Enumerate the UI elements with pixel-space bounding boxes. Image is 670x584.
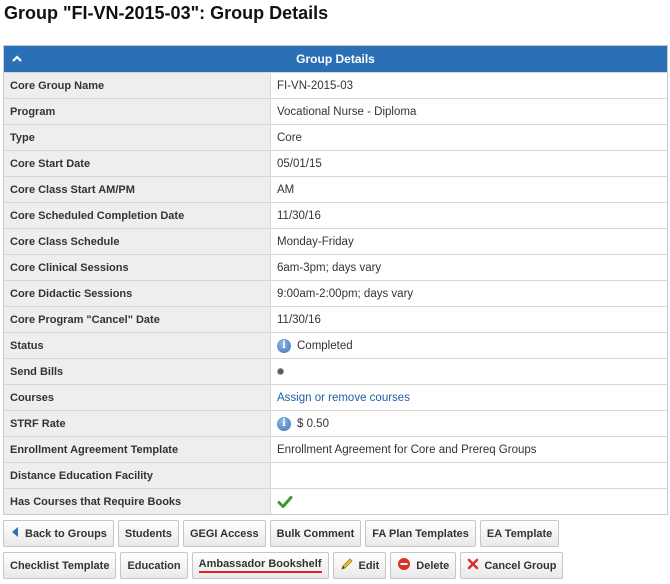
row-value: AM <box>270 176 667 203</box>
group-details-panel: Group Details Core Group Name FI-VN-2015-… <box>3 45 668 515</box>
delete-circle-icon <box>397 557 411 574</box>
info-icon[interactable]: i <box>277 338 291 353</box>
gegi-access-button[interactable]: GEGI Access <box>182 520 266 547</box>
ea-template-label: EA Template <box>486 527 553 540</box>
info-icon[interactable]: i <box>277 416 291 431</box>
ambassador-bookshelf-button[interactable]: Ambassador Bookshelf <box>191 552 329 579</box>
row-label: Courses <box>4 384 271 411</box>
row-value: Monday-Friday <box>270 228 667 255</box>
row-value: 11/30/16 <box>270 202 667 229</box>
courses-value: Assign or remove courses <box>270 384 667 411</box>
bulk-comment-button[interactable]: Bulk Comment <box>269 520 362 547</box>
row-value: Core <box>270 124 667 151</box>
requires-books-value <box>270 488 667 514</box>
table-row: Core Program "Cancel" Date 11/30/16 <box>4 306 667 333</box>
education-label: Education <box>127 559 181 572</box>
row-value: 11/30/16 <box>270 306 667 333</box>
edit-label: Edit <box>358 559 380 572</box>
cancel-group-button[interactable]: Cancel Group <box>460 552 564 579</box>
cancel-group-label: Cancel Group <box>484 559 557 572</box>
row-label: Core Class Schedule <box>4 228 271 255</box>
ea-template-button[interactable]: EA Template <box>479 520 560 547</box>
table-row: Core Start Date 05/01/15 <box>4 150 667 177</box>
details-table: Core Group Name FI-VN-2015-03 Program Voca… <box>4 72 667 514</box>
table-row: Type Core <box>4 124 667 151</box>
students-label: Students <box>124 527 172 540</box>
row-label: Status <box>4 332 271 359</box>
row-label: Has Courses that Require Books <box>4 488 271 514</box>
education-button[interactable]: Education <box>120 552 188 579</box>
table-row: Send Bills <box>4 358 667 385</box>
row-label: Core Class Start AM/PM <box>4 176 271 203</box>
bullet-dot-icon <box>277 367 284 375</box>
table-row: Status i Completed <box>4 332 667 359</box>
panel-title: Group Details <box>296 52 375 66</box>
row-value: 9:00am-2:00pm; days vary <box>270 280 667 307</box>
table-row: Core Class Start AM/PM AM <box>4 176 667 203</box>
edit-button[interactable]: Edit <box>332 552 387 579</box>
row-label: Program <box>4 98 271 125</box>
status-text: Completed <box>297 339 353 352</box>
strf-rate-text: $ 0.50 <box>297 417 329 430</box>
row-value: FI-VN-2015-03 <box>270 72 667 99</box>
table-row: Program Vocational Nurse - Diploma <box>4 98 667 125</box>
collapse-chevron-icon[interactable] <box>10 46 24 72</box>
row-value <box>270 462 667 489</box>
panel-header[interactable]: Group Details <box>4 46 667 72</box>
action-buttons-row-2: Checklist Template Education Ambassador … <box>3 552 564 579</box>
left-arrow-icon <box>10 526 20 541</box>
row-label: Core Start Date <box>4 150 271 177</box>
row-value: Enrollment Agreement for Core and Prereq… <box>270 436 667 463</box>
checklist-template-button[interactable]: Checklist Template <box>3 552 117 579</box>
bulk-comment-label: Bulk Comment <box>276 527 355 540</box>
checklist-template-label: Checklist Template <box>10 559 110 572</box>
green-check-icon <box>277 495 293 508</box>
table-row: Core Scheduled Completion Date 11/30/16 <box>4 202 667 229</box>
fa-plan-templates-button[interactable]: FA Plan Templates <box>365 520 476 547</box>
gegi-access-label: GEGI Access <box>189 527 259 540</box>
send-bills-value <box>270 358 667 385</box>
table-row: Core Didactic Sessions 9:00am-2:00pm; day… <box>4 280 667 307</box>
row-label: Type <box>4 124 271 151</box>
table-row: Core Group Name FI-VN-2015-03 <box>4 72 667 99</box>
row-label: STRF Rate <box>4 410 271 437</box>
row-value: Vocational Nurse - Diploma <box>270 98 667 125</box>
row-label: Core Group Name <box>4 72 271 99</box>
table-row: STRF Rate i $ 0.50 <box>4 410 667 437</box>
red-x-icon <box>467 558 479 573</box>
delete-button[interactable]: Delete <box>390 552 457 579</box>
students-button[interactable]: Students <box>117 520 179 547</box>
back-to-groups-label: Back to Groups <box>25 527 107 540</box>
row-label: Core Scheduled Completion Date <box>4 202 271 229</box>
row-label: Core Clinical Sessions <box>4 254 271 281</box>
row-value: 05/01/15 <box>270 150 667 177</box>
table-row: Courses Assign or remove courses <box>4 384 667 411</box>
table-row: Core Class Schedule Monday-Friday <box>4 228 667 255</box>
assign-courses-link[interactable]: Assign or remove courses <box>277 392 410 404</box>
page-title: Group "FI-VN-2015-03": Group Details <box>4 3 329 23</box>
strf-rate-value: i $ 0.50 <box>270 410 667 437</box>
fa-plan-templates-label: FA Plan Templates <box>372 527 469 540</box>
row-value: 6am-3pm; days vary <box>270 254 667 281</box>
table-row: Distance Education Facility <box>4 462 667 489</box>
table-row: Enrollment Agreement Template Enrollment … <box>4 436 667 463</box>
back-to-groups-button[interactable]: Back to Groups <box>3 520 114 547</box>
row-label: Enrollment Agreement Template <box>4 436 271 463</box>
pencil-icon <box>340 557 354 574</box>
row-label: Core Didactic Sessions <box>4 280 271 307</box>
ambassador-bookshelf-label: Ambassador Bookshelf <box>198 558 322 573</box>
status-value: i Completed <box>270 332 667 359</box>
table-row: Core Clinical Sessions 6am-3pm; days vary <box>4 254 667 281</box>
delete-label: Delete <box>416 559 450 572</box>
row-label: Distance Education Facility <box>4 462 271 489</box>
row-label: Core Program "Cancel" Date <box>4 306 271 333</box>
table-row: Has Courses that Require Books <box>4 488 667 514</box>
action-buttons-row-1: Back to Groups Students GEGI Access Bulk… <box>3 520 560 547</box>
row-label: Send Bills <box>4 358 271 385</box>
